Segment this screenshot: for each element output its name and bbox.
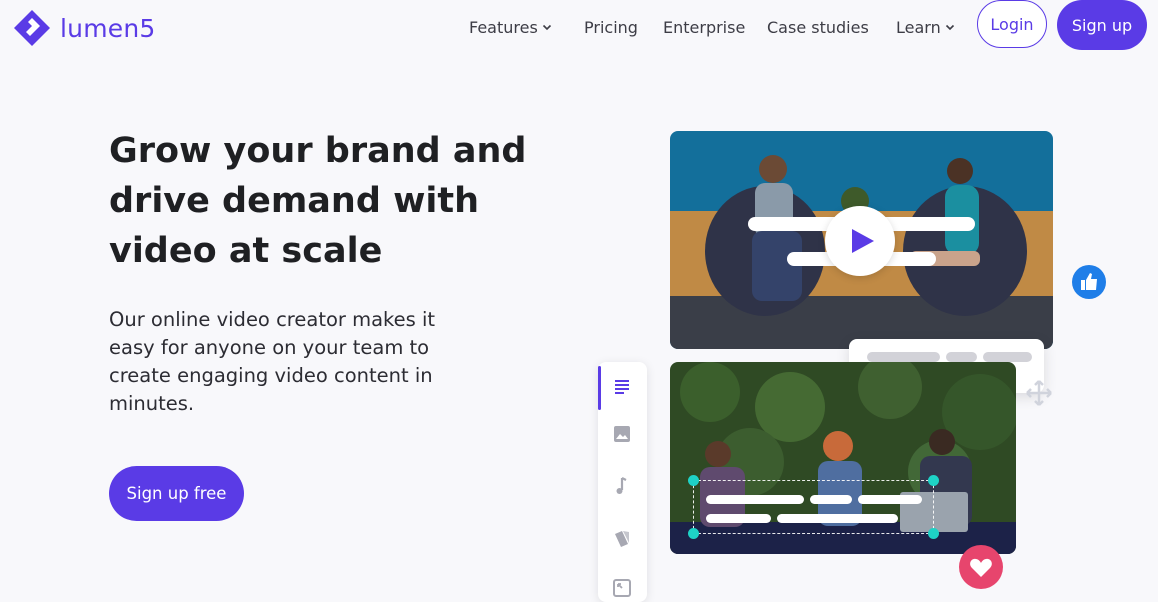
logo[interactable]: lumen5: [12, 8, 155, 48]
hero-headline: Grow your brand and drive demand with vi…: [109, 131, 527, 271]
logo-text: lumen5: [60, 13, 156, 43]
resize-handle[interactable]: [688, 528, 699, 539]
resize-handle[interactable]: [928, 475, 939, 486]
signup-free-button[interactable]: Sign up free: [109, 466, 244, 521]
chevron-down-icon: [945, 24, 954, 31]
play-button[interactable]: [825, 206, 895, 276]
move-icon[interactable]: [1025, 379, 1053, 407]
login-button[interactable]: Login: [977, 0, 1047, 48]
resize-icon[interactable]: [610, 576, 634, 600]
signup-button[interactable]: Sign up: [1057, 0, 1147, 50]
nav-pricing[interactable]: Pricing: [584, 14, 638, 40]
text-selection-box[interactable]: [688, 475, 939, 539]
nav-enterprise[interactable]: Enterprise: [663, 14, 745, 40]
chevron-down-icon: [542, 24, 551, 31]
hero-subcopy: Our online video creator makes it easy f…: [109, 308, 436, 415]
play-icon: [852, 229, 874, 253]
resize-handle[interactable]: [688, 475, 699, 486]
nav-features[interactable]: Features: [469, 14, 552, 40]
lumen5-logo-icon: [14, 10, 50, 46]
style-icon[interactable]: [610, 526, 634, 550]
thumbs-up-icon: [1072, 265, 1106, 299]
active-indicator: [598, 366, 601, 410]
resize-handle[interactable]: [928, 528, 939, 539]
nav-case-studies[interactable]: Case studies: [767, 14, 869, 40]
music-icon[interactable]: [610, 474, 634, 498]
nav-learn[interactable]: Learn: [896, 14, 955, 40]
heart-icon: [959, 545, 1003, 589]
text-icon[interactable]: [610, 375, 634, 399]
image-icon[interactable]: [610, 422, 634, 446]
editor-toolbar: [598, 362, 647, 602]
